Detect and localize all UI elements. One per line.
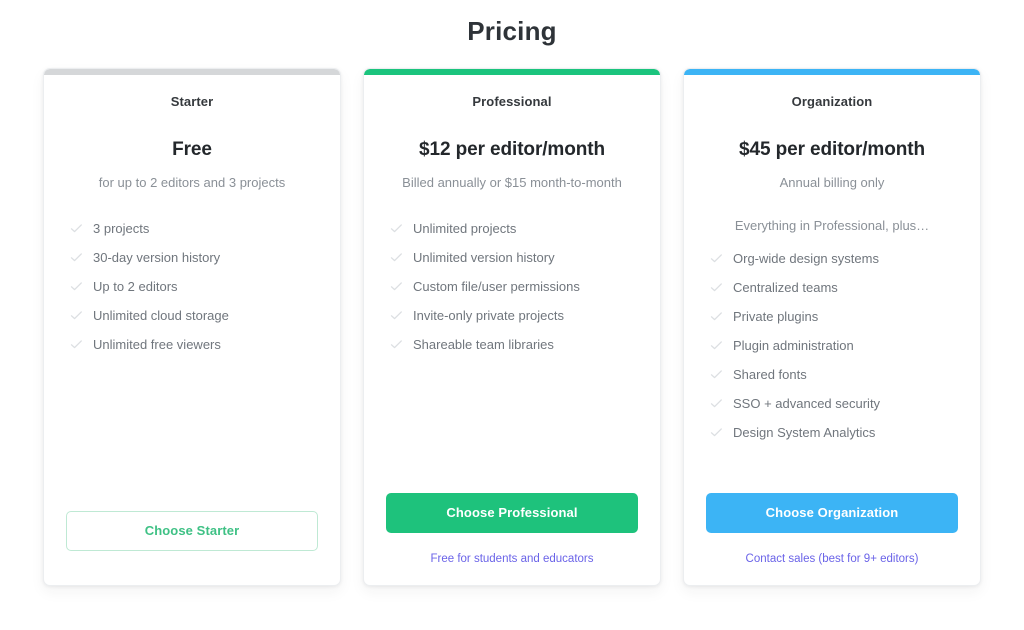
check-icon bbox=[70, 338, 83, 351]
plan-name-organization: Organization bbox=[791, 94, 873, 109]
check-icon bbox=[390, 280, 403, 293]
check-icon bbox=[390, 251, 403, 264]
list-item: 30-day version history bbox=[66, 249, 318, 267]
check-icon bbox=[710, 252, 723, 265]
choose-starter-button[interactable]: Choose Starter bbox=[66, 511, 318, 551]
feature-label: Shareable team libraries bbox=[413, 337, 554, 352]
list-item: Shared fonts bbox=[706, 366, 958, 384]
pricing-card-professional: Professional $12 per editor/month Billed… bbox=[363, 68, 661, 586]
list-item: Shareable team libraries bbox=[386, 336, 638, 354]
check-icon bbox=[710, 310, 723, 323]
check-icon bbox=[70, 309, 83, 322]
feature-label: Unlimited cloud storage bbox=[93, 308, 229, 323]
plan-price-professional: $12 per editor/month bbox=[419, 139, 605, 160]
list-item: Centralized teams bbox=[706, 279, 958, 297]
pricing-page: Pricing Starter Free for up to 2 editors… bbox=[0, 0, 1024, 630]
card-footer-organization: Choose Organization Contact sales (best … bbox=[684, 493, 980, 585]
list-item: Up to 2 editors bbox=[66, 278, 318, 296]
list-item: Private plugins bbox=[706, 308, 958, 326]
students-educators-link[interactable]: Free for students and educators bbox=[386, 551, 638, 567]
list-item: Design System Analytics bbox=[706, 424, 958, 442]
check-icon bbox=[710, 339, 723, 352]
contact-sales-link[interactable]: Contact sales (best for 9+ editors) bbox=[706, 551, 958, 567]
plan-price-organization: $45 per editor/month bbox=[739, 139, 925, 160]
plan-price-starter: Free bbox=[172, 139, 212, 160]
plan-subtitle-professional: Billed annually or $15 month-to-month bbox=[402, 175, 622, 190]
list-item: Invite-only private projects bbox=[386, 307, 638, 325]
feature-label: Unlimited projects bbox=[413, 221, 517, 236]
feature-label: Plugin administration bbox=[733, 338, 854, 353]
list-item: Unlimited free viewers bbox=[66, 336, 318, 354]
feature-label: 3 projects bbox=[93, 221, 150, 236]
list-item: Unlimited cloud storage bbox=[66, 307, 318, 325]
list-item: Unlimited projects bbox=[386, 220, 638, 238]
footer-spacer bbox=[66, 551, 318, 567]
feature-label: Design System Analytics bbox=[733, 425, 876, 440]
accent-bar-professional bbox=[364, 69, 660, 75]
plan-name-starter: Starter bbox=[170, 94, 214, 109]
check-icon bbox=[390, 309, 403, 322]
feature-label: Custom file/user permissions bbox=[413, 279, 580, 294]
check-icon bbox=[710, 397, 723, 410]
list-item: Plugin administration bbox=[706, 337, 958, 355]
accent-bar-starter bbox=[44, 69, 340, 75]
feature-label: 30-day version history bbox=[93, 250, 221, 265]
plan-subtitle-starter: for up to 2 editors and 3 projects bbox=[98, 175, 286, 190]
card-body-organization: Organization $45 per editor/month Annual… bbox=[684, 69, 980, 493]
choose-professional-button[interactable]: Choose Professional bbox=[386, 493, 638, 533]
card-body-professional: Professional $12 per editor/month Billed… bbox=[364, 69, 660, 493]
check-icon bbox=[70, 280, 83, 293]
pricing-card-starter: Starter Free for up to 2 editors and 3 p… bbox=[43, 68, 341, 586]
pricing-card-organization: Organization $45 per editor/month Annual… bbox=[683, 68, 981, 586]
feature-label: Shared fonts bbox=[733, 367, 807, 382]
feature-label: Invite-only private projects bbox=[413, 308, 565, 323]
features-lead-organization: Everything in Professional, plus… bbox=[734, 218, 930, 233]
feature-label: SSO + advanced security bbox=[733, 396, 881, 411]
plan-subtitle-organization: Annual billing only bbox=[779, 175, 885, 190]
list-item: 3 projects bbox=[66, 220, 318, 238]
list-item: Custom file/user permissions bbox=[386, 278, 638, 296]
accent-bar-organization bbox=[684, 69, 980, 75]
list-item: Unlimited version history bbox=[386, 249, 638, 267]
feature-label: Org-wide design systems bbox=[733, 251, 879, 266]
list-item: SSO + advanced security bbox=[706, 395, 958, 413]
feature-list-starter: 3 projects 30-day version history Up to … bbox=[66, 220, 318, 365]
check-icon bbox=[710, 426, 723, 439]
check-icon bbox=[70, 251, 83, 264]
card-footer-professional: Choose Professional Free for students an… bbox=[364, 493, 660, 585]
check-icon bbox=[70, 222, 83, 235]
page-title: Pricing bbox=[467, 16, 557, 46]
feature-list-organization: Org-wide design systems Centralized team… bbox=[706, 250, 958, 453]
card-footer-starter: Choose Starter bbox=[44, 511, 340, 585]
feature-label: Private plugins bbox=[733, 309, 819, 324]
check-icon bbox=[390, 222, 403, 235]
feature-label: Centralized teams bbox=[733, 280, 838, 295]
pricing-cards-container: Starter Free for up to 2 editors and 3 p… bbox=[0, 68, 1024, 586]
feature-label: Unlimited version history bbox=[413, 250, 555, 265]
feature-list-professional: Unlimited projects Unlimited version his… bbox=[386, 220, 638, 365]
choose-organization-button[interactable]: Choose Organization bbox=[706, 493, 958, 533]
list-item: Org-wide design systems bbox=[706, 250, 958, 268]
check-icon bbox=[710, 368, 723, 381]
check-icon bbox=[390, 338, 403, 351]
feature-label: Unlimited free viewers bbox=[93, 337, 221, 352]
plan-name-professional: Professional bbox=[472, 94, 552, 109]
feature-label: Up to 2 editors bbox=[93, 279, 178, 294]
card-body-starter: Starter Free for up to 2 editors and 3 p… bbox=[44, 69, 340, 511]
check-icon bbox=[710, 281, 723, 294]
